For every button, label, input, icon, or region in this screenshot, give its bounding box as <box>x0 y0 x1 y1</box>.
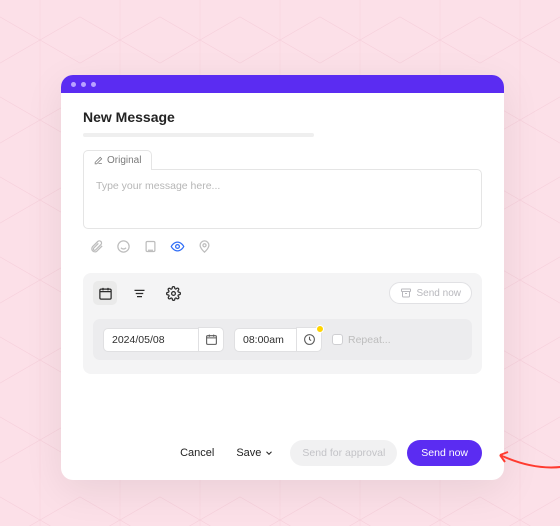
cancel-button[interactable]: Cancel <box>174 441 220 465</box>
chevron-down-icon <box>264 448 274 458</box>
repeat-toggle[interactable]: Repeat... <box>332 334 391 346</box>
smile-icon[interactable] <box>116 239 131 259</box>
schedule-tab-list[interactable] <box>127 281 151 305</box>
time-input[interactable]: 08:00am <box>234 328 296 352</box>
date-input[interactable]: 2024/05/08 <box>103 328 198 352</box>
page-title: New Message <box>83 109 482 125</box>
calendar-icon <box>98 286 113 301</box>
send-now-small-button[interactable]: Send now <box>389 282 472 304</box>
schedule-toolbar: Send now <box>93 281 472 305</box>
window-titlebar <box>61 75 504 93</box>
new-message-modal: New Message Original Type your message h… <box>61 75 504 480</box>
list-icon <box>132 286 147 301</box>
send-now-button[interactable]: Send now <box>407 440 482 466</box>
message-placeholder: Type your message here... <box>96 180 220 192</box>
pencil-icon <box>94 156 103 165</box>
time-picker-button[interactable] <box>296 327 322 352</box>
calendar-icon <box>205 333 218 346</box>
send-now-small-label: Send now <box>417 288 461 299</box>
schedule-row: 2024/05/08 08:00am Repeat... <box>93 319 472 360</box>
archive-icon <box>400 287 412 299</box>
eye-icon[interactable] <box>170 239 185 259</box>
save-button-label: Save <box>236 447 261 459</box>
clock-icon <box>303 333 316 346</box>
tab-original-label: Original <box>107 155 141 166</box>
window-dot <box>91 82 96 87</box>
window-dot <box>71 82 76 87</box>
date-picker-button[interactable] <box>198 327 224 352</box>
gear-icon <box>166 286 181 301</box>
schedule-tab-calendar[interactable] <box>93 281 117 305</box>
repeat-label: Repeat... <box>348 334 391 346</box>
sticker-icon[interactable] <box>143 239 158 259</box>
schedule-tab-settings[interactable] <box>161 281 185 305</box>
window-dot <box>81 82 86 87</box>
repeat-checkbox[interactable] <box>332 334 343 345</box>
message-textarea[interactable]: Type your message here... <box>83 169 482 229</box>
pin-icon[interactable] <box>197 239 212 259</box>
footer-actions: Cancel Save Send for approval Send now <box>83 424 482 466</box>
time-badge <box>316 325 324 333</box>
save-button[interactable]: Save <box>230 441 280 465</box>
send-for-approval-button[interactable]: Send for approval <box>290 440 397 466</box>
paperclip-icon[interactable] <box>89 239 104 259</box>
composer-toolbar <box>83 229 482 273</box>
tab-original[interactable]: Original <box>83 150 152 170</box>
progress-bar <box>83 133 314 137</box>
schedule-panel: Send now 2024/05/08 08:00am Repeat... <box>83 273 482 374</box>
composer-tabs: Original <box>83 149 482 169</box>
